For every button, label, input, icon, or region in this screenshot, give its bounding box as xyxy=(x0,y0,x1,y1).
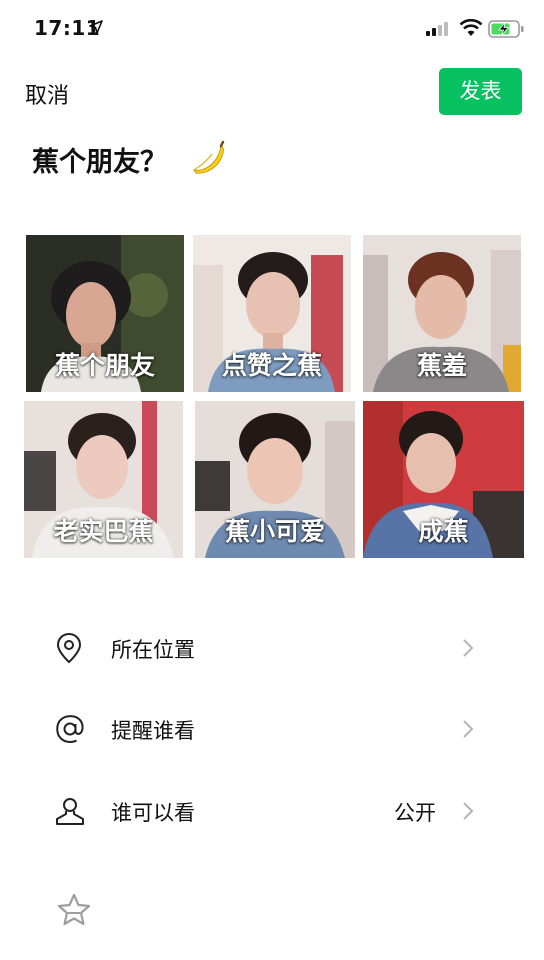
chevron-right-icon xyxy=(463,720,474,738)
signal-icon xyxy=(426,22,448,36)
photo-caption: 蕉羞 xyxy=(416,351,467,380)
chevron-right-icon xyxy=(463,639,474,657)
cancel-button[interactable]: 取消 xyxy=(25,78,69,110)
visibility-option[interactable]: 谁可以看 公开 xyxy=(0,781,544,841)
photo-tile-4[interactable]: 老实巴蕉 xyxy=(24,401,183,558)
post-text[interactable]: 蕉个朋友？ xyxy=(32,140,167,179)
star-icon[interactable] xyxy=(56,892,92,928)
option-label: 所在位置 xyxy=(111,638,195,662)
battery-charging-icon xyxy=(488,20,524,38)
photo-caption: 蕉小可爱 xyxy=(224,517,325,546)
photo-tile-1[interactable]: 蕉个朋友 xyxy=(26,235,184,392)
photo-tile-3[interactable]: 蕉羞 xyxy=(363,235,521,392)
photo-tile-5[interactable]: 蕉小可爱 xyxy=(195,401,355,558)
chevron-right-icon xyxy=(463,802,474,820)
banana-emoji-icon xyxy=(192,140,225,174)
remind-option[interactable]: 提醒谁看 xyxy=(0,699,544,759)
publish-button[interactable]: 发表 xyxy=(439,68,522,115)
location-arrow-icon xyxy=(89,20,103,34)
photo-caption: 老实巴蕉 xyxy=(53,517,154,546)
location-option[interactable]: 所在位置 xyxy=(0,618,544,678)
wifi-icon xyxy=(459,19,483,36)
option-label: 谁可以看 xyxy=(111,801,195,825)
photo-caption: 成蕉 xyxy=(418,517,469,546)
option-value: 公开 xyxy=(394,801,436,825)
photo-caption: 蕉个朋友 xyxy=(54,351,155,380)
location-pin-icon xyxy=(56,632,82,664)
photo-caption: 点赞之蕉 xyxy=(221,351,322,380)
status-bar: 17:11 xyxy=(0,0,544,60)
photo-tile-2[interactable]: 点赞之蕉 xyxy=(193,235,351,392)
photo-tile-6[interactable]: 成蕉 xyxy=(363,401,524,558)
at-sign-icon xyxy=(56,715,84,744)
option-label: 提醒谁看 xyxy=(111,719,195,743)
person-icon xyxy=(56,798,84,825)
post-composer-screen: 17:11 取消 发表 蕉个朋友？ 蕉个朋友 点赞之蕉 蕉羞 老实巴蕉 蕉小可爱… xyxy=(0,0,544,960)
